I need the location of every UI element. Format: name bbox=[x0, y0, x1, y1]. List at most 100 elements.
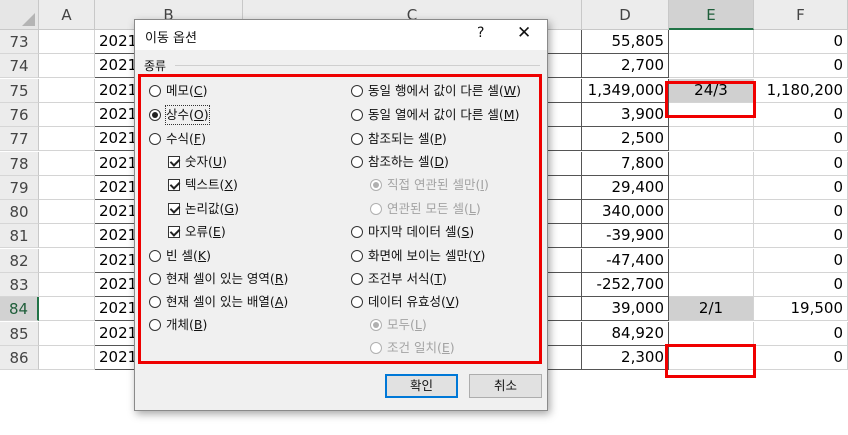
cell-d79[interactable]: 29,400 bbox=[582, 175, 669, 200]
column-header-d[interactable]: D bbox=[582, 0, 669, 30]
column-header-a[interactable]: A bbox=[39, 0, 95, 30]
cell-a83[interactable] bbox=[39, 273, 95, 297]
cell-d86[interactable]: 2,300 bbox=[582, 345, 669, 370]
radio-left-7[interactable]: 빈 셀(K) bbox=[149, 247, 211, 265]
row-header-84[interactable]: 84 bbox=[0, 297, 39, 322]
cell-e73[interactable] bbox=[669, 30, 754, 54]
row-header-80[interactable]: 80 bbox=[0, 200, 39, 225]
radio-left-0[interactable]: 메모(C) bbox=[149, 82, 208, 100]
cell-a81[interactable] bbox=[39, 224, 95, 249]
row-header-81[interactable]: 81 bbox=[0, 224, 39, 249]
radio-circle[interactable] bbox=[149, 296, 161, 308]
radio-circle[interactable] bbox=[149, 250, 161, 262]
radio-left-2[interactable]: 수식(F) bbox=[149, 130, 206, 148]
row-header-74[interactable]: 74 bbox=[0, 54, 39, 79]
cell-f79[interactable]: 0 bbox=[754, 175, 848, 200]
radio-right-3[interactable]: 참조하는 셀(D) bbox=[351, 153, 449, 171]
column-header-f[interactable]: F bbox=[754, 0, 848, 30]
cell-f85[interactable]: 0 bbox=[754, 321, 848, 346]
row-header-85[interactable]: 85 bbox=[0, 321, 39, 346]
cell-a80[interactable] bbox=[39, 200, 95, 225]
cell-a74[interactable] bbox=[39, 54, 95, 79]
cell-d77[interactable]: 2,500 bbox=[582, 127, 669, 152]
cell-e83[interactable] bbox=[669, 273, 754, 297]
cell-d75[interactable]: 1,349,000 bbox=[582, 78, 669, 103]
cell-a77[interactable] bbox=[39, 127, 95, 152]
cell-e80[interactable] bbox=[669, 200, 754, 225]
cell-a76[interactable] bbox=[39, 102, 95, 127]
cell-d85[interactable]: 84,920 bbox=[582, 321, 669, 346]
cell-e84[interactable]: 2/1 bbox=[669, 297, 754, 322]
ok-button[interactable]: 확인 bbox=[385, 374, 458, 398]
row-header-86[interactable]: 86 bbox=[0, 345, 39, 370]
cell-d84[interactable]: 39,000 bbox=[582, 297, 669, 322]
help-icon[interactable]: ? bbox=[477, 25, 484, 41]
cell-f86[interactable]: 0 bbox=[754, 345, 848, 370]
row-header-77[interactable]: 77 bbox=[0, 127, 39, 152]
cell-a79[interactable] bbox=[39, 175, 95, 200]
checkbox-left-3[interactable]: 숫자(U) bbox=[168, 153, 227, 171]
cell-d73[interactable]: 55,805 bbox=[582, 30, 669, 54]
cell-f81[interactable]: 0 bbox=[754, 224, 848, 249]
radio-right-8[interactable]: 조건부 서식(T) bbox=[351, 270, 447, 288]
radio-circle[interactable] bbox=[149, 319, 161, 331]
checkbox-left-4[interactable]: 텍스트(X) bbox=[168, 176, 238, 194]
cell-d80[interactable]: 340,000 bbox=[582, 200, 669, 225]
cell-e79[interactable] bbox=[669, 175, 754, 200]
radio-circle[interactable] bbox=[351, 250, 363, 262]
cell-f82[interactable]: 0 bbox=[754, 248, 848, 273]
row-header-82[interactable]: 82 bbox=[0, 248, 39, 273]
cell-f80[interactable]: 0 bbox=[754, 200, 848, 225]
checkbox-box[interactable] bbox=[168, 156, 180, 168]
checkbox-box[interactable] bbox=[168, 179, 180, 191]
cell-f77[interactable]: 0 bbox=[754, 127, 848, 152]
cell-f78[interactable]: 0 bbox=[754, 151, 848, 176]
cell-a78[interactable] bbox=[39, 151, 95, 176]
radio-circle[interactable] bbox=[149, 133, 161, 145]
cell-e86[interactable] bbox=[669, 345, 754, 370]
radio-right-2[interactable]: 참조되는 셀(P) bbox=[351, 130, 447, 148]
row-header-79[interactable]: 79 bbox=[0, 175, 39, 200]
cell-d82[interactable]: -47,400 bbox=[582, 248, 669, 273]
cell-a84[interactable] bbox=[39, 297, 95, 322]
radio-left-9[interactable]: 현재 셀이 있는 배열(A) bbox=[149, 293, 288, 311]
cell-d83[interactable]: -252,700 bbox=[582, 273, 669, 297]
checkbox-left-6[interactable]: 오류(E) bbox=[168, 223, 226, 241]
radio-right-7[interactable]: 화면에 보이는 셀만(Y) bbox=[351, 247, 485, 265]
cell-a86[interactable] bbox=[39, 345, 95, 370]
cancel-button[interactable]: 취소 bbox=[469, 374, 542, 398]
radio-circle[interactable] bbox=[351, 156, 363, 168]
cell-f75[interactable]: 1,180,200 bbox=[754, 78, 848, 103]
cell-d78[interactable]: 7,800 bbox=[582, 151, 669, 176]
cell-a85[interactable] bbox=[39, 321, 95, 346]
radio-left-1[interactable]: 상수(O) bbox=[149, 105, 210, 125]
row-header-76[interactable]: 76 bbox=[0, 102, 39, 127]
cell-e78[interactable] bbox=[669, 151, 754, 176]
radio-circle[interactable] bbox=[351, 85, 363, 97]
row-header-83[interactable]: 83 bbox=[0, 273, 39, 297]
radio-left-8[interactable]: 현재 셀이 있는 영역(R) bbox=[149, 270, 288, 288]
radio-circle[interactable] bbox=[149, 109, 161, 121]
cell-e85[interactable] bbox=[669, 321, 754, 346]
cell-d76[interactable]: 3,900 bbox=[582, 102, 669, 127]
select-all-corner[interactable] bbox=[0, 0, 39, 30]
checkbox-box[interactable] bbox=[168, 203, 180, 215]
column-header-e[interactable]: E bbox=[669, 0, 754, 30]
radio-circle[interactable] bbox=[351, 273, 363, 285]
cell-e82[interactable] bbox=[669, 248, 754, 273]
checkbox-box[interactable] bbox=[168, 226, 180, 238]
cell-d81[interactable]: -39,900 bbox=[582, 224, 669, 249]
cell-e81[interactable] bbox=[669, 224, 754, 249]
checkbox-left-5[interactable]: 논리값(G) bbox=[168, 200, 239, 218]
cell-a82[interactable] bbox=[39, 248, 95, 273]
cell-d74[interactable]: 2,700 bbox=[582, 54, 669, 79]
radio-circle[interactable] bbox=[149, 273, 161, 285]
cell-e76[interactable] bbox=[669, 102, 754, 127]
cell-f74[interactable]: 0 bbox=[754, 54, 848, 79]
cell-e75[interactable]: 24/3 bbox=[669, 78, 754, 103]
radio-circle[interactable] bbox=[351, 133, 363, 145]
radio-circle[interactable] bbox=[149, 85, 161, 97]
cell-f73[interactable]: 0 bbox=[754, 30, 848, 54]
row-header-78[interactable]: 78 bbox=[0, 151, 39, 176]
cell-e74[interactable] bbox=[669, 54, 754, 79]
